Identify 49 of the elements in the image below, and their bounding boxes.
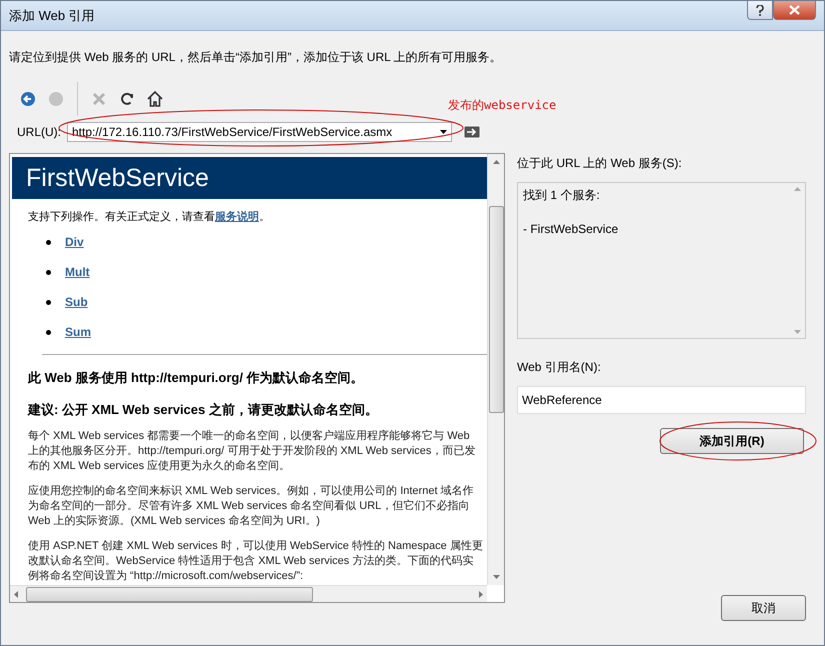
operation-link[interactable]: Sum	[65, 324, 92, 340]
close-button[interactable]	[773, 1, 816, 20]
namespace-paragraph: 每个 XML Web services 都需要一个唯一的命名空间，以便客户端应用程序能够将它与 Web 上的其他服务区分开。http://tempuri.org/ 可用于处于开发阶段的 XML Web services，而已发布的 XML Web services 应使用更为永久的命名空间。	[28, 429, 476, 474]
scroll-down-icon	[794, 330, 800, 334]
reference-name-field[interactable]: WebReference	[517, 386, 806, 414]
scroll-right-icon	[479, 590, 483, 598]
bullet-icon	[46, 300, 51, 304]
add-reference-button[interactable]: 添加引用(R)	[660, 428, 804, 454]
instruction-text: 请定位到提供 Web 服务的 URL，然后单击“添加引用”，添加位于该 URL 上的所有可用服务。	[9, 49, 503, 66]
scroll-down-icon	[492, 575, 500, 579]
window-title: 添加 Web 引用	[9, 6, 95, 24]
operation-link[interactable]: Sub	[65, 294, 88, 310]
namespace-paragraph: 应使用您控制的命名空间来标识 XML Web services。例如，可以使用公司的 Internet 域名作为命名空间的一部分。尽管有许多 XML Web services 命名空间看似 URL，但它们不必指向 Web 上的实际资源。(XML Web services 命名空间为 URI。)	[28, 484, 475, 529]
vertical-scrollbar[interactable]	[487, 154, 504, 585]
scroll-up-icon	[492, 160, 500, 164]
bullet-icon	[46, 270, 51, 274]
help-icon	[756, 4, 764, 16]
refresh-icon	[118, 90, 136, 108]
horizontal-scrollbar[interactable]	[10, 585, 487, 602]
refresh-button[interactable]	[118, 90, 136, 108]
service-description-link[interactable]: 服务说明	[215, 211, 259, 223]
close-icon	[789, 5, 800, 15]
intro-sentence: 支持下列操作。有关正式定义，请查看服务说明。	[28, 210, 271, 224]
scroll-up-icon	[794, 187, 800, 191]
namespace-heading: 此 Web 服务使用 http://tempuri.org/ 作为默认命名空间。	[28, 369, 365, 387]
service-line: - FirstWebService	[523, 222, 620, 236]
back-arrow-button[interactable]	[19, 90, 37, 108]
stop-icon	[47, 90, 65, 108]
home-icon	[146, 90, 164, 108]
service-line: 找到 1 个服务:	[523, 187, 601, 204]
annotation-note: 发布的webservice	[448, 97, 556, 114]
home-button[interactable]	[146, 90, 164, 108]
help-button[interactable]	[747, 1, 773, 20]
namespace-paragraph: 使用 ASP.NET 创建 XML Web services 时，可以使用 WebService 特性的 Namespace 属性更改默认命名空间。WebService 特性适用于包含 XML Web services 方法的类。下面的代码实例将命名空间设置为 “http://microsoft.com/webservices/”:	[28, 539, 483, 584]
namespace-heading: 建议: 公开 XML Web services 之前，请更改默认命名空间。	[28, 401, 379, 419]
url-label: URL(U):	[17, 125, 61, 139]
page-header: FirstWebService	[12, 157, 487, 199]
bullet-icon	[46, 240, 51, 244]
operation-link[interactable]: Mult	[65, 264, 90, 280]
go-button[interactable]	[464, 126, 480, 138]
dropdown-caret-icon	[440, 130, 447, 134]
operation-link[interactable]: Div	[65, 234, 84, 250]
services-label: 位于此 URL 上的 Web 服务(S):	[517, 155, 683, 172]
scroll-left-icon	[14, 590, 18, 598]
close-icon	[90, 90, 108, 108]
url-field[interactable]: http://172.16.110.73/FirstWebService/FirstWebService.asmx	[67, 122, 452, 142]
reference-name-label: Web 引用名(N):	[517, 359, 602, 376]
cancel-button[interactable]: 取消	[721, 595, 806, 621]
bullet-icon	[46, 330, 51, 334]
